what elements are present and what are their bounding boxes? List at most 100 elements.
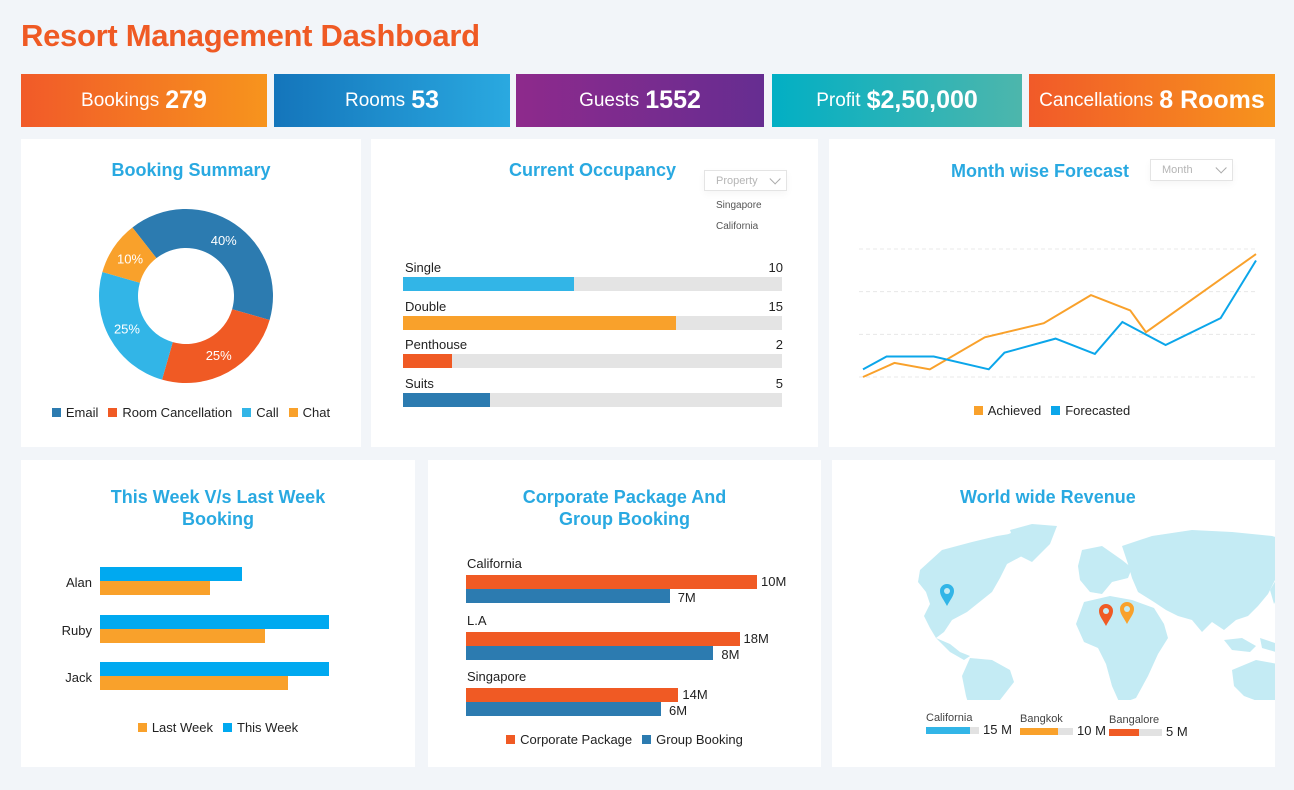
series-line-achieved[interactable] <box>862 253 1257 378</box>
bar-this-week-jack[interactable] <box>100 662 329 676</box>
legend-item-achieved[interactable]: Achieved <box>973 403 1041 418</box>
property-option-california[interactable]: California <box>716 221 758 232</box>
bar-corporate-package-california[interactable] <box>466 575 757 589</box>
revenue-card: World wide Revenue California 15 M Bangk… <box>832 460 1275 767</box>
legend-item-corporate-package[interactable]: Corporate Package <box>506 732 632 747</box>
legend-label: Group Booking <box>656 732 743 747</box>
kpi-profit[interactable]: Profit $2,50,000 <box>772 74 1022 127</box>
kpi-value: 8 Rooms <box>1159 86 1265 114</box>
donut-label: 40% <box>211 233 237 248</box>
corporate-title-line1: Corporate Package And <box>522 487 727 507</box>
legend-item-this-week[interactable]: This Week <box>223 720 298 735</box>
forecast-legend: Achieved Forecasted <box>829 403 1275 418</box>
legend-item-last-week[interactable]: Last Week <box>137 720 213 735</box>
corporate-card: Corporate Package And Group Booking Cali… <box>428 460 821 767</box>
legend-item-group-booking[interactable]: Group Booking <box>642 732 743 747</box>
booking-summary-title: Booking Summary <box>111 160 271 180</box>
week-booking-legend: Last Week This Week <box>21 720 415 735</box>
occupancy-fill <box>403 315 676 330</box>
legend-label: Room Cancellation <box>122 405 233 420</box>
legend-swatch <box>242 408 252 417</box>
occupancy-track <box>403 277 782 291</box>
kpi-guests[interactable]: Guests 1552 <box>516 74 764 127</box>
revenue-track <box>926 727 979 734</box>
property-dropdown[interactable]: Property <box>704 170 787 191</box>
legend-label: This Week <box>237 720 299 735</box>
occupancy-label: Suits <box>405 375 434 391</box>
booking-summary-donut: 40% 25% 25% 10% <box>98 209 273 383</box>
bar-value-label: 18M <box>743 630 769 646</box>
legend-swatch <box>288 408 298 417</box>
legend-swatch <box>51 408 61 417</box>
property-option-singapore[interactable]: Singapore <box>716 200 762 211</box>
bar-group-booking-singapore[interactable] <box>466 702 661 716</box>
kpi-value: 1552 <box>645 86 701 114</box>
legend-swatch <box>223 723 232 732</box>
legend-item-forecasted[interactable]: Forecasted <box>1051 403 1130 418</box>
bar-corporate-package-singapore[interactable] <box>466 688 679 702</box>
kpi-cancellations[interactable]: Cancellations 8 Rooms <box>1029 74 1275 127</box>
legend-item-call[interactable]: Call <box>242 405 279 420</box>
revenue-item-value: 10 M <box>1077 723 1106 738</box>
corporate-row-label: Singapore <box>467 669 527 684</box>
kpi-rooms[interactable]: Rooms 53 <box>274 74 510 127</box>
donut-slice-room-cancellation[interactable] <box>162 309 270 383</box>
occupancy-fill <box>403 277 574 291</box>
legend-swatch <box>137 723 147 732</box>
legend-item-email[interactable]: Email <box>51 405 98 420</box>
occupancy-value: 15 <box>768 298 783 314</box>
kpi-bookings[interactable]: Bookings 279 <box>21 74 267 127</box>
chevron-down-icon <box>1215 162 1227 174</box>
revenue-track <box>1109 729 1162 736</box>
legend-item-room-cancellation[interactable]: Room Cancellation <box>108 405 232 420</box>
occupancy-fill <box>403 392 491 407</box>
legend-item-chat[interactable]: Chat <box>288 405 331 420</box>
corporate-legend: Corporate Package Group Booking <box>428 732 821 747</box>
bar-last-week-ruby[interactable] <box>100 628 265 643</box>
occupancy-label: Penthouse <box>405 337 468 352</box>
revenue-item-value: 15 M <box>983 722 1012 737</box>
world-map-landmass <box>918 524 1275 700</box>
kpi-label: Profit <box>816 89 861 111</box>
kpi-label: Cancellations <box>1039 89 1154 111</box>
chevron-down-icon <box>769 172 781 185</box>
week-booking-title-line2: Booking <box>182 509 254 529</box>
bar-group-booking-california[interactable] <box>466 589 670 603</box>
bar-group-booking-l-a[interactable] <box>466 645 714 660</box>
bar-this-week-ruby[interactable] <box>100 614 329 629</box>
legend-swatch <box>973 406 983 415</box>
current-occupancy-card: Current Occupancy Property Singapore Cal… <box>371 139 818 447</box>
legend-label: Chat <box>302 405 331 420</box>
legend-swatch <box>1051 406 1061 415</box>
kpi-label: Guests <box>579 89 640 111</box>
kpi-label: Bookings <box>81 89 160 111</box>
revenue-fill <box>1109 729 1140 736</box>
legend-label: Corporate Package <box>520 732 633 747</box>
occupancy-label: Double <box>405 298 447 314</box>
occupancy-track <box>403 354 782 368</box>
booking-summary-card: Booking Summary 40% 25% 25% 10% Email Room C… <box>21 139 361 447</box>
legend-swatch <box>506 735 516 744</box>
kpi-value: 279 <box>165 86 207 114</box>
bar-this-week-alan[interactable] <box>100 567 242 581</box>
week-row-label: Ruby <box>61 622 92 638</box>
bar-value-label: 10M <box>761 574 787 589</box>
donut-slice-email[interactable] <box>132 209 273 320</box>
week-booking-card: This Week V/s Last Week Booking Alan Ruby… <box>21 460 415 767</box>
legend-label: Forecasted <box>1065 403 1131 418</box>
world-map <box>918 524 1275 700</box>
occupancy-fill <box>403 354 453 368</box>
occupancy-value: 5 <box>775 375 783 391</box>
bar-last-week-jack[interactable] <box>100 676 288 690</box>
occupancy-track <box>403 315 782 330</box>
bar-last-week-alan[interactable] <box>100 581 210 595</box>
month-dropdown[interactable]: Month <box>1150 159 1233 181</box>
bar-corporate-package-l-a[interactable] <box>466 631 740 646</box>
occupancy-label: Single <box>405 260 442 275</box>
kpi-value: 53 <box>411 86 439 114</box>
revenue-track <box>1020 728 1073 735</box>
legend-label: Last Week <box>151 720 213 735</box>
revenue-title: World wide Revenue <box>960 487 1136 507</box>
week-booking-title-line1: This Week V/s Last Week <box>110 487 326 507</box>
revenue-item-name: California <box>926 712 973 724</box>
